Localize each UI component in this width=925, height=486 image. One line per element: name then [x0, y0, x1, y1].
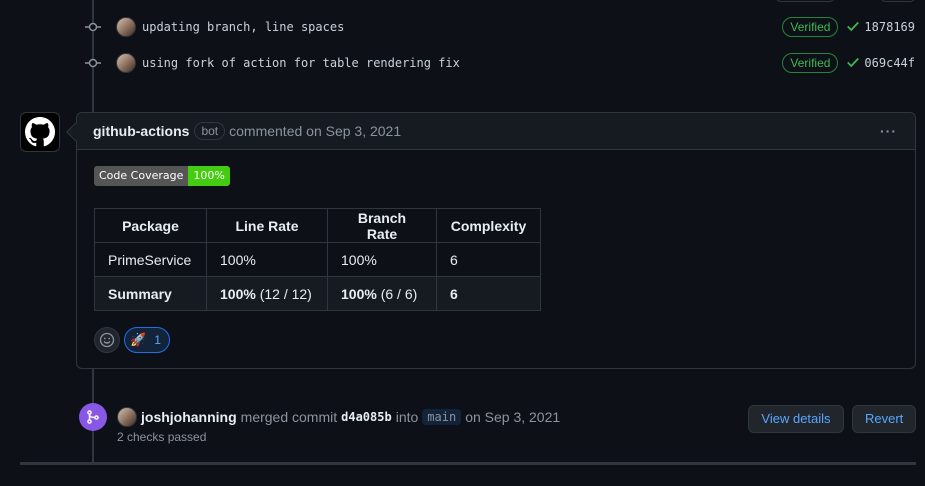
commit-row: using fork of action for table rendering…	[80, 51, 915, 75]
commit-sha-link[interactable]: 1878169	[864, 20, 915, 34]
avatar[interactable]	[116, 53, 136, 73]
summary-branch-rate: 100%	[341, 285, 377, 302]
comment-box: github-actions bot commented on Sep 3, 2…	[66, 112, 916, 369]
table-cell: PrimeService	[94, 242, 207, 277]
smiley-icon[interactable]	[94, 327, 120, 353]
view-details-button[interactable]: View details	[748, 405, 844, 433]
git-commit-icon	[80, 15, 106, 39]
merge-date[interactable]: on Sep 3, 2021	[465, 409, 560, 425]
table-cell: 100% (6 / 6)	[327, 276, 437, 311]
merge-event: joshjohanning merged commit d4a085b into…	[117, 407, 560, 427]
github-logo-avatar[interactable]	[20, 112, 60, 152]
comment-header: github-actions bot commented on Sep 3, 2…	[77, 113, 915, 150]
merge-into-text: into	[395, 409, 419, 425]
verified-badge[interactable]: Verified	[782, 53, 839, 73]
commit-sha-link[interactable]: 069c44f	[864, 56, 915, 70]
table-cell: 100% (12 / 12)	[206, 276, 328, 311]
table-cell: 100%	[327, 242, 437, 277]
table-header: Branch Rate	[327, 208, 437, 243]
revert-button[interactable]: Revert	[852, 405, 916, 433]
checks-status[interactable]: 2 checks passed	[117, 430, 206, 444]
coverage-table: Package Line Rate Branch Rate Complexity…	[94, 208, 541, 311]
timeline-divider	[20, 462, 916, 465]
summary-branch-rate-detail: (6 / 6)	[376, 285, 418, 302]
merge-text: merged commit	[240, 409, 338, 425]
table-row: PrimeService 100% 100% 6	[94, 242, 541, 277]
github-mark-icon	[25, 117, 55, 147]
table-cell: 100%	[206, 242, 328, 277]
verified-badge[interactable]: Verified	[782, 17, 839, 37]
commit-row: updating branch, line spaces Verified 18…	[80, 15, 915, 39]
table-cell: 6	[436, 242, 541, 277]
previous-item-edge	[880, 0, 916, 2]
merge-author[interactable]: joshjohanning	[141, 409, 237, 425]
table-header: Complexity	[436, 208, 541, 243]
check-icon[interactable]	[846, 19, 860, 36]
git-merge-icon	[79, 403, 107, 431]
summary-line-rate: 100%	[220, 285, 256, 302]
commit-message[interactable]: updating branch, line spaces	[142, 20, 782, 34]
reaction-count: 1	[154, 333, 161, 347]
coverage-badge-label: Code Coverage	[94, 166, 189, 186]
avatar[interactable]	[116, 17, 136, 37]
comment-timestamp[interactable]: commented on Sep 3, 2021	[229, 123, 401, 139]
comment-author[interactable]: github-actions	[93, 123, 189, 139]
git-commit-icon	[80, 51, 106, 75]
rocket-icon: 🚀	[130, 332, 147, 347]
kebab-horizontal-icon[interactable]: ···	[880, 123, 897, 139]
coverage-badge: Code Coverage 100%	[94, 166, 230, 186]
previous-item-edge	[775, 0, 835, 2]
table-header: Line Rate	[206, 208, 328, 243]
table-header: Package	[94, 208, 207, 243]
reaction-rocket-button[interactable]: 🚀 1	[124, 327, 170, 353]
coverage-badge-value: 100%	[188, 166, 230, 186]
table-cell: 6	[436, 276, 541, 311]
commit-message[interactable]: using fork of action for table rendering…	[142, 56, 782, 70]
avatar[interactable]	[117, 407, 137, 427]
summary-line-rate-detail: (12 / 12)	[255, 285, 312, 302]
table-cell: Summary	[94, 276, 207, 311]
check-icon[interactable]	[846, 55, 860, 72]
merge-commit-sha[interactable]: d4a085b	[341, 410, 392, 424]
table-row-summary: Summary 100% (12 / 12) 100% (6 / 6) 6	[94, 276, 541, 311]
bot-badge: bot	[194, 122, 226, 140]
branch-label[interactable]: main	[422, 409, 462, 425]
